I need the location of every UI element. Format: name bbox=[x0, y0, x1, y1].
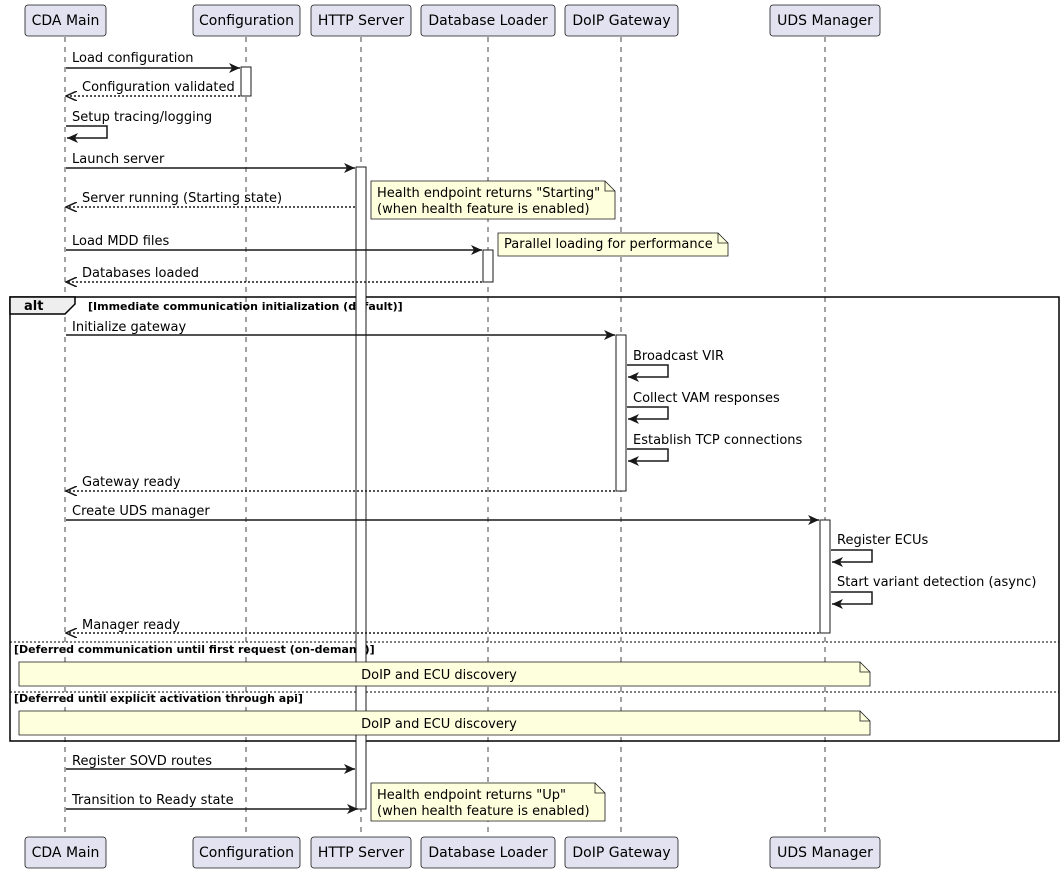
participant-uds-top: UDS Manager bbox=[769, 4, 881, 37]
participant-label: UDS Manager bbox=[777, 13, 873, 29]
message-label: Setup tracing/logging bbox=[72, 110, 212, 125]
note-line: Health endpoint returns "Starting" bbox=[377, 186, 600, 201]
note-line: (when health feature is enabled) bbox=[377, 202, 590, 217]
participant-label: HTTP Server bbox=[318, 845, 404, 861]
participant-config-top: Configuration bbox=[192, 4, 301, 37]
message-collect-vam: Collect VAM responses bbox=[627, 391, 780, 424]
participant-doip-top: DoIP Gateway bbox=[564, 4, 679, 37]
message-label: Launch server bbox=[72, 152, 165, 167]
note-line: DoIP and ECU discovery bbox=[361, 717, 517, 732]
note-line: DoIP and ECU discovery bbox=[361, 668, 517, 683]
participant-config-bottom: Configuration bbox=[192, 836, 301, 869]
note-doip-discovery-2: DoIP and ECU discovery bbox=[18, 710, 871, 736]
activation-doip bbox=[615, 334, 627, 492]
message-label: Initialize gateway bbox=[72, 320, 186, 335]
participant-cda-bottom: CDA Main bbox=[24, 836, 107, 869]
participants-top: CDA Main Configuration HTTP Server Datab… bbox=[24, 4, 881, 37]
alt-frame-keyword: alt bbox=[24, 299, 43, 314]
alt-guard-immediate: [Immediate communication initialization … bbox=[88, 300, 403, 313]
activation-db bbox=[482, 249, 494, 283]
activation-config bbox=[240, 66, 252, 97]
message-initialize-gateway: Initialize gateway bbox=[66, 320, 615, 340]
message-transition-ready: Transition to Ready state bbox=[66, 793, 358, 814]
message-launch-server: Launch server bbox=[66, 152, 355, 173]
message-label: Start variant detection (async) bbox=[837, 575, 1036, 590]
message-start-variant-detection: Start variant detection (async) bbox=[831, 575, 1036, 609]
message-load-configuration: Load configuration bbox=[66, 51, 240, 73]
participant-http-bottom: HTTP Server bbox=[310, 836, 412, 869]
message-label: Register SOVD routes bbox=[72, 754, 212, 769]
message-label: Register ECUs bbox=[837, 533, 928, 548]
participant-label: UDS Manager bbox=[777, 845, 873, 861]
note-health-starting: Health endpoint returns "Starting" (when… bbox=[370, 180, 616, 220]
message-create-uds-manager: Create UDS manager bbox=[66, 504, 819, 525]
message-label: Transition to Ready state bbox=[71, 793, 234, 808]
message-label: Gateway ready bbox=[82, 475, 181, 490]
message-broadcast-vir: Broadcast VIR bbox=[627, 349, 724, 382]
participant-cda-top: CDA Main bbox=[24, 4, 107, 37]
message-load-mdd-files: Load MDD files bbox=[66, 234, 482, 255]
participant-label: Database Loader bbox=[428, 845, 547, 861]
participant-label: Configuration bbox=[199, 845, 294, 861]
participant-db-bottom: Database Loader bbox=[420, 836, 556, 869]
alt-guard-deferred-api: [Deferred until explicit activation thro… bbox=[14, 692, 303, 705]
note-parallel-loading: Parallel loading for performance bbox=[497, 232, 729, 257]
note-line: Health endpoint returns "Up" bbox=[377, 788, 566, 803]
participant-label: CDA Main bbox=[32, 13, 100, 29]
participant-uds-bottom: UDS Manager bbox=[769, 836, 881, 869]
message-manager-ready: Manager ready bbox=[66, 618, 819, 633]
participant-label: DoIP Gateway bbox=[572, 845, 670, 861]
message-label: Load configuration bbox=[72, 51, 194, 66]
message-label: Manager ready bbox=[82, 618, 180, 633]
message-label: Databases loaded bbox=[82, 266, 199, 281]
message-establish-tcp: Establish TCP connections bbox=[627, 433, 803, 466]
message-label: Create UDS manager bbox=[72, 504, 210, 519]
note-doip-discovery-1: DoIP and ECU discovery bbox=[18, 661, 871, 687]
message-register-ecus: Register ECUs bbox=[831, 533, 928, 567]
message-label: Configuration validated bbox=[82, 80, 235, 95]
message-gateway-ready: Gateway ready bbox=[66, 475, 615, 491]
message-configuration-validated: Configuration validated bbox=[66, 80, 240, 96]
participant-doip-bottom: DoIP Gateway bbox=[564, 836, 679, 869]
activation-uds bbox=[819, 519, 831, 634]
message-server-running: Server running (Starting state) bbox=[66, 191, 355, 207]
participant-label: Configuration bbox=[199, 13, 294, 29]
participant-db-top: Database Loader bbox=[420, 4, 556, 37]
note-health-up: Health endpoint returns "Up" (when healt… bbox=[370, 782, 606, 822]
alt-guard-deferred-request: [Deferred communication until first requ… bbox=[14, 643, 375, 656]
participant-label: CDA Main bbox=[32, 845, 100, 861]
message-label: Server running (Starting state) bbox=[82, 191, 282, 206]
note-line: Parallel loading for performance bbox=[504, 237, 713, 252]
participant-label: Database Loader bbox=[428, 13, 547, 29]
participant-http-top: HTTP Server bbox=[310, 4, 412, 37]
message-label: Establish TCP connections bbox=[633, 433, 803, 448]
message-label: Collect VAM responses bbox=[633, 391, 780, 406]
participant-label: HTTP Server bbox=[318, 13, 404, 29]
note-line: (when health feature is enabled) bbox=[377, 804, 590, 819]
participant-label: DoIP Gateway bbox=[572, 13, 670, 29]
sequence-diagram: alt [Immediate communication initializat… bbox=[9, 4, 1060, 869]
message-label: Broadcast VIR bbox=[633, 349, 724, 364]
participants-bottom: CDA Main Configuration HTTP Server Datab… bbox=[24, 836, 881, 869]
message-label: Load MDD files bbox=[72, 234, 169, 249]
message-register-sovd-routes: Register SOVD routes bbox=[66, 754, 355, 774]
message-setup-tracing: Setup tracing/logging bbox=[66, 110, 212, 143]
message-databases-loaded: Databases loaded bbox=[66, 266, 482, 282]
